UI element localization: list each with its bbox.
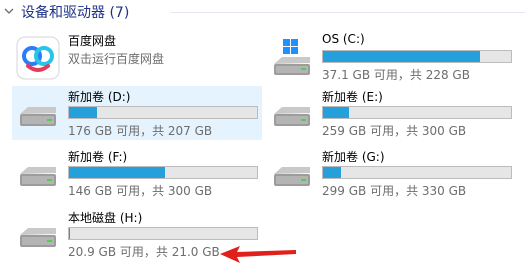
drive-g-tile[interactable]: 新加卷 (G:) 299 GB 可用，共 330 GB xyxy=(266,146,516,200)
usage-bar xyxy=(322,166,512,179)
drive-info: 176 GB 可用，共 207 GB xyxy=(68,124,213,138)
usage-fill xyxy=(69,167,166,178)
drive-name: 本地磁盘 (H:) xyxy=(68,211,143,225)
drive-e-tile[interactable]: 新加卷 (E:) 259 GB 可用，共 300 GB xyxy=(266,86,516,140)
usage-bar xyxy=(322,106,512,119)
drive-info: 20.9 GB 可用，共 21.0 GB xyxy=(68,245,220,259)
usage-fill xyxy=(323,51,481,62)
usage-bar xyxy=(322,50,512,63)
usage-fill xyxy=(323,167,341,178)
usage-bar xyxy=(68,227,258,240)
group-header[interactable]: 设备和驱动器 (7) xyxy=(0,0,525,24)
usage-fill xyxy=(69,228,70,239)
drive-info: 299 GB 可用，共 330 GB xyxy=(322,184,467,198)
group-divider xyxy=(170,12,525,13)
baidu-netdisk-tile[interactable]: 百度网盘 双击运行百度网盘 xyxy=(12,30,262,84)
app-subtitle: 双击运行百度网盘 xyxy=(68,52,165,66)
group-title: 设备和驱动器 (7) xyxy=(21,5,130,21)
drive-name: 新加卷 (F:) xyxy=(68,150,128,164)
usage-bar xyxy=(68,106,258,119)
drive-info: 146 GB 可用，共 300 GB xyxy=(68,184,213,198)
usage-bar xyxy=(68,166,258,179)
drive-info: 37.1 GB 可用，共 228 GB xyxy=(322,68,470,82)
chevron-down-icon[interactable] xyxy=(4,6,14,16)
drive-name: 新加卷 (G:) xyxy=(322,150,385,164)
drive-name: OS (C:) xyxy=(322,32,365,46)
drive-icon xyxy=(270,152,314,196)
drive-f-tile[interactable]: 新加卷 (F:) 146 GB 可用，共 300 GB xyxy=(12,146,262,200)
usage-fill xyxy=(323,107,349,118)
drive-info: 259 GB 可用，共 300 GB xyxy=(322,124,467,138)
drive-icon xyxy=(16,92,60,136)
windows-drive-icon xyxy=(270,36,314,80)
baidu-netdisk-icon xyxy=(16,36,60,80)
drive-name: 新加卷 (E:) xyxy=(322,90,383,104)
usage-fill xyxy=(69,107,98,118)
drive-icon xyxy=(270,92,314,136)
drive-icon xyxy=(16,213,60,257)
drive-d-tile[interactable]: 新加卷 (D:) 176 GB 可用，共 207 GB xyxy=(12,86,262,140)
annotation-arrow-icon xyxy=(220,246,296,263)
drive-name: 新加卷 (D:) xyxy=(68,90,131,104)
drive-c-tile[interactable]: OS (C:) 37.1 GB 可用，共 228 GB xyxy=(266,30,516,84)
drive-icon xyxy=(16,152,60,196)
app-name: 百度网盘 xyxy=(68,34,117,48)
